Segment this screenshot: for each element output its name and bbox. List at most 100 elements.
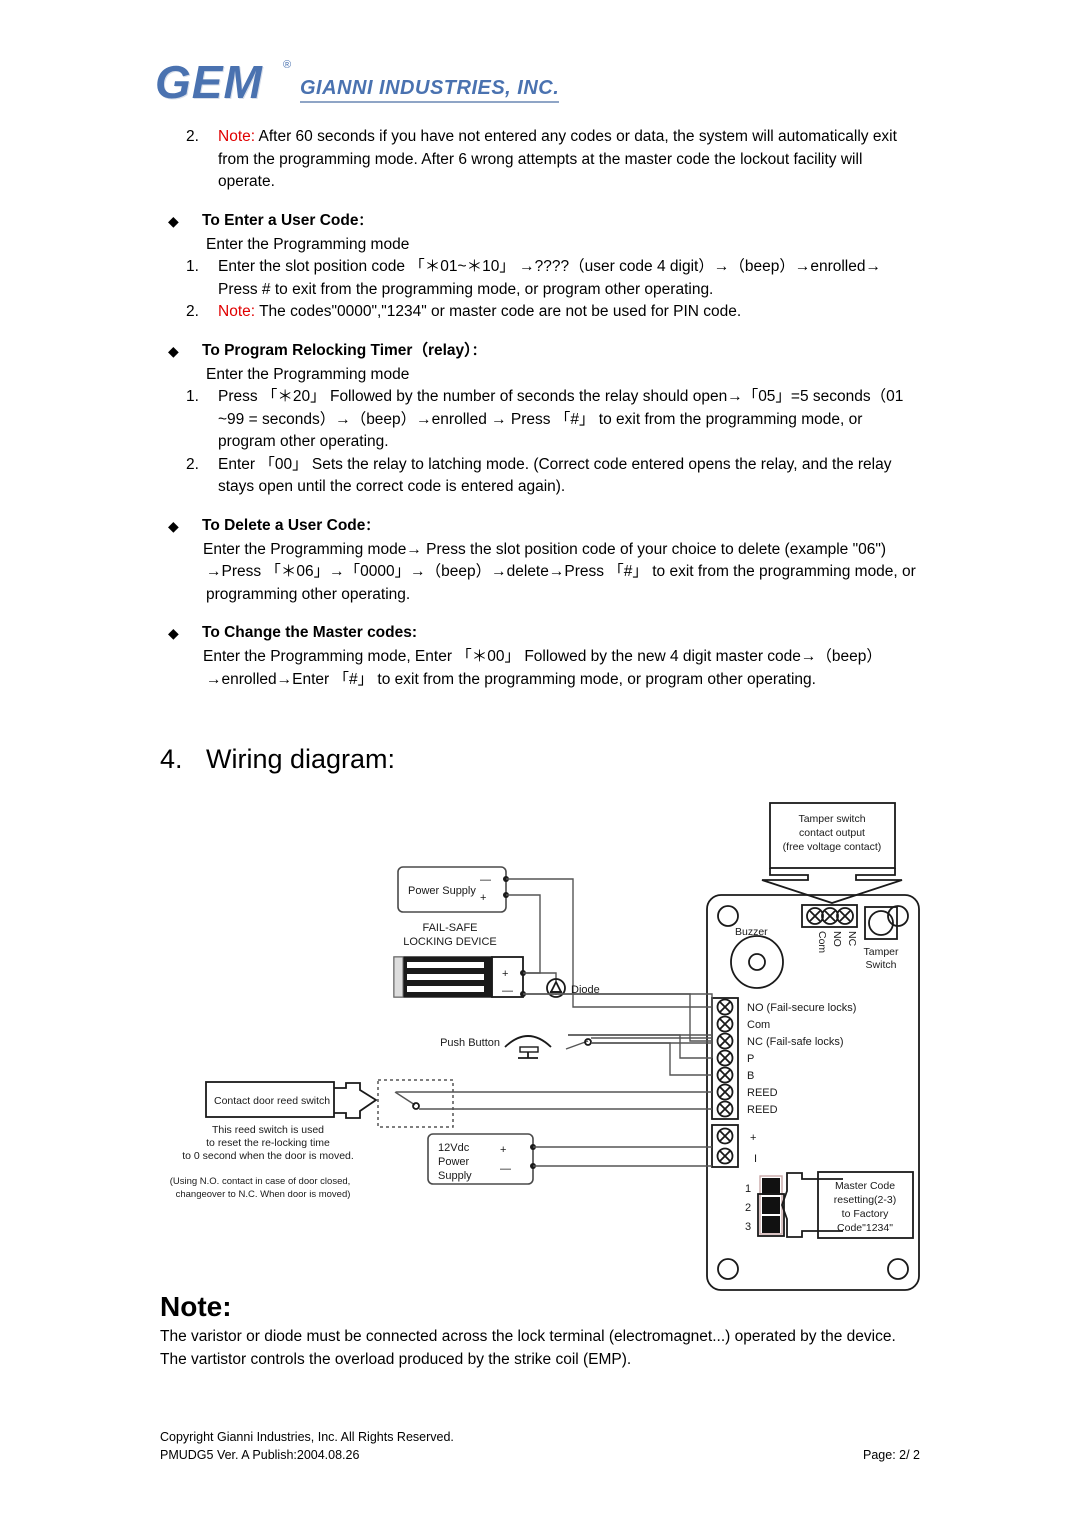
reed-switch [377,1079,712,1128]
push-button: Push Button [440,1034,713,1059]
power-supply-label: Power Supply [408,885,476,897]
dc-minus: — [500,1163,511,1175]
list-item: 2. Note: After 60 seconds if you have no… [158,126,920,194]
list-item: 2. Enter 「00」 Sets the relay to latching… [158,454,920,499]
diamond-bullet-icon: ◆ [168,342,179,359]
top-terminal-block: Com NO NC [801,904,858,953]
list-number: 2. [186,303,199,320]
reed-callout-label: Contact door reed switch [214,1095,330,1107]
section-lead-text: Enter the Programming mode [206,365,410,383]
company-logo-header: GEM ® GIANNI INDUSTRIES, INC. [155,55,575,110]
list-item: 1. Enter the slot position code 「＊01~＊10… [158,256,920,301]
terminal-label-p: P [747,1053,754,1065]
lock-label-line1: FAIL-SAFE [422,922,477,934]
power-terminal-label-plus: + [750,1132,756,1144]
tamper-callout-line3: (free voltage contact) [783,841,882,853]
terminal-label-b: B [747,1070,754,1082]
note-text: The codes"0000","1234" or master code ar… [255,303,742,320]
instructions-body: 2. Note: After 60 seconds if you have no… [158,126,920,691]
section-title: To Enter a User Code： [202,210,371,233]
terminal-label-no: NO (Fail-secure locks) [747,1002,856,1014]
footer-page-number: Page: 2/ 2 [863,1448,920,1462]
note-paragraph: The varistor or diode must be connected … [160,1328,896,1368]
reed-note-line2: to reset the re-locking time [206,1137,330,1149]
list-text: Note: The codes"0000","1234" or master c… [218,301,920,324]
note-label: Note: [218,303,256,320]
dc-power-supply: 12Vdc Power Supply + — [427,1133,536,1185]
section-title-text: Wiring diagram: [206,744,396,774]
section-title: To Change the Master codes: [202,622,417,645]
reed-note2-line2: changeover to N.C. When door is moved) [176,1189,351,1200]
tamper-switch-label-2: Switch [866,959,897,971]
footer-copyright: Copyright Gianni Industries, Inc. All Ri… [160,1430,454,1444]
note-text: After 60 seconds if you have not entered… [218,128,897,190]
push-button-label: Push Button [440,1037,500,1049]
tamper-switch-component: Tamper Switch [863,906,899,971]
dc-supply-line1: 12Vdc [438,1142,470,1154]
note-heading: Note: [160,1291,232,1322]
section-paragraph: Enter the Programming mode→ Press the sl… [203,540,916,603]
tamper-callout-line2: contact output [799,827,865,839]
master-code-line3: to Factory [842,1208,889,1220]
dc-supply-line2: Power [438,1156,470,1168]
jumper-label-2: 2 [745,1202,751,1214]
terminal-label-nc: NC (Fail-safe locks) [747,1036,844,1048]
dc-supply-line3: Supply [438,1170,472,1182]
diamond-bullet-icon: ◆ [168,625,179,641]
dc-plus: + [500,1144,506,1156]
list-number: 2. [186,128,199,145]
lock-plus: + [502,968,508,980]
top-terminal-label-com: Com [816,931,828,953]
section-heading-delete-user-code: ◆ To Delete a User Code： [158,515,920,538]
tamper-callout-line1: Tamper switch [798,813,865,825]
reed-note-line3: to 0 second when the door is moved. [182,1150,354,1162]
wiring-diagram-heading: 4. Wiring diagram: [160,742,395,776]
wiring-diagram: .ln{stroke:#555;stroke-width:1.4;fill:no… [150,795,940,1300]
footer-version: PMUDG5 Ver. A Publish:2004.08.26 [160,1448,360,1462]
section-lead-text: Enter the Programming mode [206,235,410,253]
jumper-block: 1 2 3 [745,1172,843,1238]
fail-safe-locking-device: FAIL-SAFE LOCKING DEVICE + — [393,922,526,998]
registered-trademark-icon: ® [283,59,292,71]
terminal-label-reed-2: REED [747,1104,778,1116]
list-text: Enter 「00」 Sets the relay to latching mo… [218,455,892,496]
terminal-label-com: Com [747,1019,770,1031]
note-label: Note: [218,128,256,145]
section-title: To Program Relocking Timer（relay）： [202,340,485,363]
section-title-text: To Enter a User Code [202,211,359,229]
power-supply-minus: — [480,874,491,886]
power-terminal-strip: + I [711,1124,757,1168]
reed-callout: Contact door reed switch [205,1081,378,1119]
power-supply-box: Power Supply — + [397,866,509,913]
power-supply-plus: + [480,892,486,904]
section-title-text: To Delete a User Code [202,516,366,534]
top-terminal-label-nc: NC [846,931,858,947]
tamper-switch-label-1: Tamper [863,946,899,958]
section-title-colon: ： [471,343,485,359]
master-code-callout: Master Code resetting(2-3) to Factory Co… [817,1171,914,1239]
master-code-line1: Master Code [835,1180,895,1192]
section-title-text: To Change the Master codes: [202,624,418,641]
list-number: 2. [186,455,199,473]
controller-panel: Buzzer Com NO NC Tamper Switch NO (Fail-… [706,894,920,1291]
lock-minus: — [502,985,513,997]
reed-note-line1: This reed switch is used [212,1124,324,1136]
list-number: 1. [186,388,199,405]
top-terminal-label-no: NO [831,931,843,947]
master-code-line4: Code"1234" [837,1222,893,1234]
terminal-label-reed-1: REED [747,1087,778,1099]
list-text: Note: After 60 seconds if you have not e… [218,126,920,194]
diamond-bullet-icon: ◆ [168,517,179,534]
section-title-colon: ： [358,213,372,229]
section-paragraph: Enter the Programming mode, Enter 「＊00」 … [203,648,882,688]
list-item: 1. Press 「＊20」 Followed by the number of… [158,386,920,454]
lock-label-line2: LOCKING DEVICE [403,936,497,948]
section-number: 4. [160,744,183,774]
section-heading-relocking-timer: ◆ To Program Relocking Timer（relay）： [158,340,920,363]
section-title: To Delete a User Code： [202,515,378,538]
power-terminal-label-minus: I [754,1153,757,1165]
reed-note2-line1: (Using N.O. contact in case of door clos… [170,1176,351,1187]
list-text: Press 「＊20」 Followed by the number of se… [218,388,904,450]
tamper-callout-box: Tamper switch contact output (free volta… [761,802,903,904]
logo-gem-text: GEM [155,56,263,108]
